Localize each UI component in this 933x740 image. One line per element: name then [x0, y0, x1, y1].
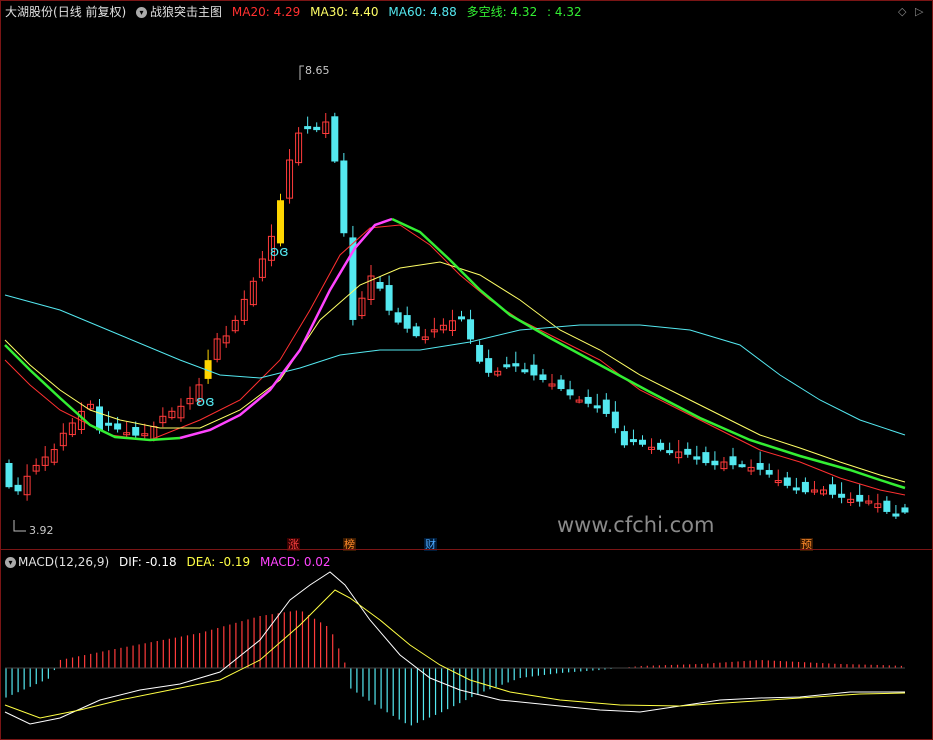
macd-name[interactable]: MACD(12,26,9)	[18, 555, 109, 569]
pane-divider[interactable]	[0, 549, 933, 550]
candle-body	[856, 494, 864, 502]
candle-body	[96, 406, 103, 431]
candle-body	[756, 463, 764, 470]
candle-body	[557, 379, 565, 390]
candle-body	[657, 442, 665, 450]
candle-body	[684, 448, 692, 455]
candle-body	[629, 439, 637, 443]
low-pointer	[13, 520, 26, 532]
watermark: www.cfchi.com	[557, 513, 715, 537]
candle-body	[512, 363, 520, 367]
candle-body	[476, 344, 484, 362]
candle-body	[105, 422, 113, 426]
candle-body	[801, 481, 809, 493]
candle-body	[539, 374, 547, 380]
butterfly-icon: ʚɞ	[196, 394, 215, 410]
candle-body	[385, 285, 393, 311]
candle-body	[901, 507, 909, 513]
candle-body	[729, 456, 737, 466]
candle-body	[5, 463, 13, 488]
candle-body	[331, 116, 339, 162]
high-pointer	[299, 65, 304, 80]
macd-legend: ▾ MACD(12,26,9) DIF: -0.18 DEA: -0.19 MAC…	[5, 555, 337, 569]
candle-body	[602, 399, 610, 414]
candle-body	[340, 160, 348, 234]
candle-body	[792, 487, 800, 491]
ma30-line	[4, 261, 906, 483]
candle-body	[458, 316, 465, 320]
low-price-label: 3.92	[29, 524, 54, 537]
candle-body	[738, 464, 746, 468]
candle-body	[14, 484, 22, 492]
kline-chart[interactable]: ʚɞ ʚɞ	[0, 0, 933, 740]
candle-body	[693, 456, 701, 460]
macd-dea: DEA: -0.19	[186, 555, 251, 569]
candle-body	[620, 431, 628, 446]
macd-dif: DIF: -0.18	[118, 555, 177, 569]
candle-body	[829, 484, 837, 495]
candle-body	[584, 396, 592, 404]
candle-body	[530, 364, 538, 376]
macd-dif-line	[4, 571, 905, 725]
candle-body	[394, 312, 402, 323]
candle-body	[403, 315, 411, 329]
candle-body	[892, 513, 900, 517]
candle-body	[467, 319, 475, 340]
candle-body	[765, 470, 773, 475]
candle-body	[114, 423, 122, 430]
butterfly-icon: ʚɞ	[270, 244, 289, 260]
ma60-line	[4, 294, 906, 436]
high-price-label: 8.65	[305, 64, 330, 77]
candle-body	[883, 500, 891, 512]
candle-body	[593, 405, 601, 409]
candle-body	[783, 477, 791, 486]
candle-body	[313, 126, 321, 131]
candle-body	[132, 427, 140, 436]
candle-body	[277, 200, 284, 244]
candle-body	[566, 389, 574, 396]
macd-dea-line	[4, 589, 906, 719]
candle-body	[376, 282, 384, 289]
macd-value: MACD: 0.02	[260, 555, 331, 569]
candle-body	[412, 326, 420, 337]
candle-body	[639, 439, 646, 445]
dropdown-icon[interactable]: ▾	[5, 557, 16, 568]
candle-body	[711, 460, 719, 466]
candle-body	[521, 369, 529, 373]
candle-body	[611, 411, 619, 429]
candle-body	[485, 358, 493, 373]
candle-body	[666, 450, 674, 454]
candle-body	[503, 364, 511, 368]
candle-body	[838, 493, 846, 498]
candle-body	[702, 452, 710, 464]
candle-body	[304, 126, 312, 130]
